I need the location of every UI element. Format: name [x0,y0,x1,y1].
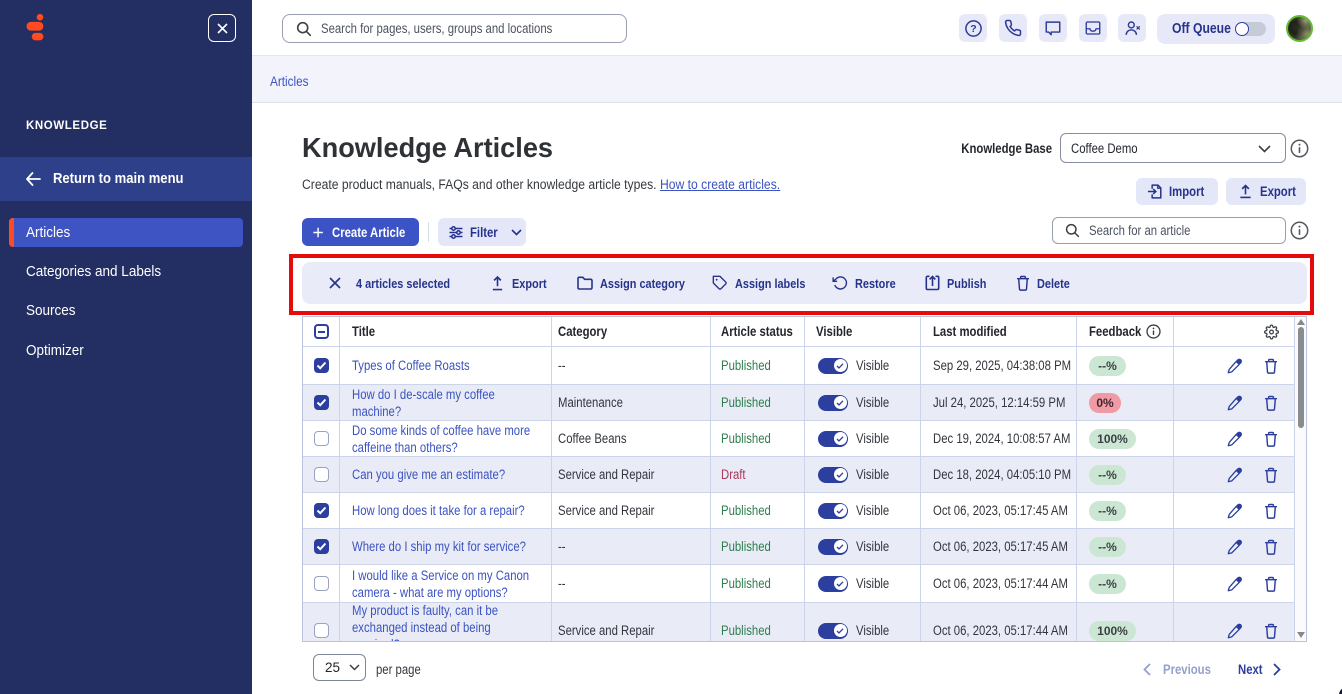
svg-text:?: ? [970,23,976,35]
